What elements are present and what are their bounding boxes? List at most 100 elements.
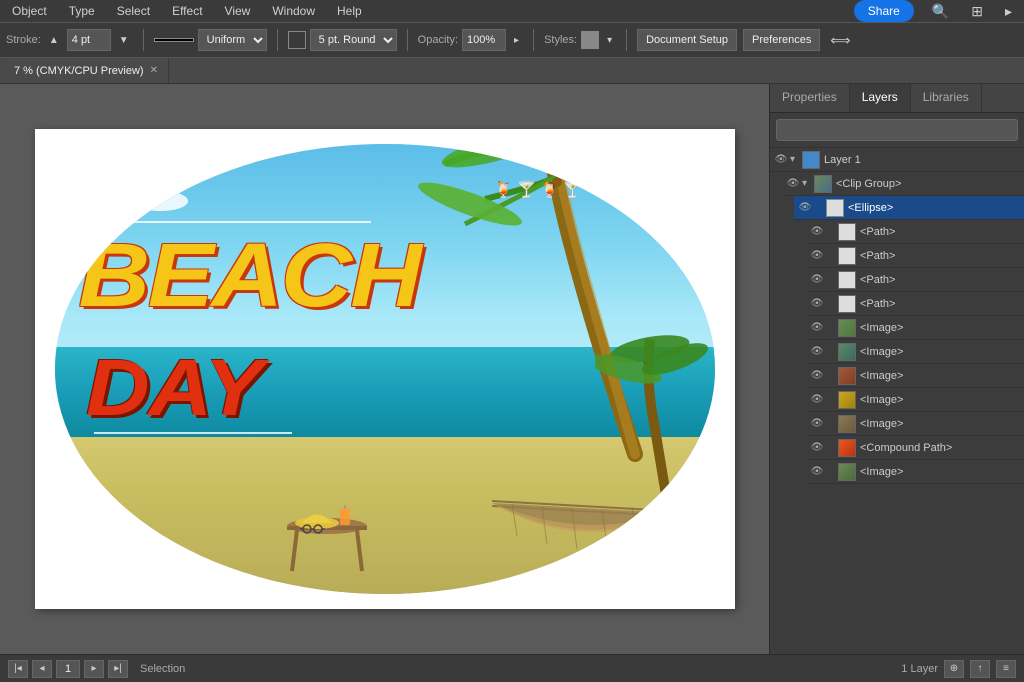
layers-search-input[interactable] (776, 119, 1018, 141)
tab-close-icon[interactable]: ✕ (150, 65, 158, 76)
menu-help[interactable]: Help (333, 2, 366, 20)
layers-count: 1 Layer (901, 663, 938, 675)
tab-bar: 7 % (CMYK/CPU Preview) ✕ (0, 58, 1024, 84)
layer-item-image6[interactable]: 👁 <Image> (806, 460, 1024, 484)
opacity-arrow-icon[interactable]: ▸ (510, 33, 523, 48)
styles-swatch[interactable] (581, 31, 599, 49)
layer-item-compound[interactable]: 👁 <Compound Path> (806, 436, 1024, 460)
panel-tabs: Properties Layers Libraries (770, 84, 1024, 113)
menu-view[interactable]: View (221, 2, 255, 20)
visibility-eye-icon[interactable]: 👁 (810, 321, 824, 335)
menu-type[interactable]: Type (65, 2, 99, 20)
tab-layers[interactable]: Layers (850, 84, 911, 112)
visibility-eye-icon[interactable]: 👁 (810, 393, 824, 407)
stroke-up-icon[interactable]: ▲ (45, 33, 63, 48)
right-panel: Properties Layers Libraries 👁 ▾ Layer 1 … (769, 84, 1024, 654)
prev-page-button[interactable]: ◂ (32, 660, 52, 678)
opacity-input[interactable] (462, 29, 506, 51)
visibility-eye-icon[interactable]: 👁 (810, 225, 824, 239)
layer-thumb (838, 367, 856, 385)
tab-properties[interactable]: Properties (770, 84, 850, 112)
color-swatch[interactable] (288, 31, 306, 49)
expand-arrow-icon[interactable]: ▾ (790, 154, 802, 165)
layer-thumb (802, 151, 820, 169)
cocktail3: 🍹 (540, 180, 560, 200)
visibility-eye-icon[interactable]: 👁 (774, 153, 788, 167)
document-setup-button[interactable]: Document Setup (637, 29, 737, 51)
layer-thumb (838, 463, 856, 481)
layer-item-layer1[interactable]: 👁 ▾ Layer 1 (770, 148, 1024, 172)
status-left: |◂ ◂ 1 ▸ ▸| Selection (8, 660, 189, 678)
menu-effect[interactable]: Effect (168, 2, 206, 20)
visibility-eye-icon[interactable]: 👁 (798, 201, 812, 215)
share-button[interactable]: Share (854, 0, 914, 22)
styles-arrow-icon[interactable]: ▾ (603, 33, 616, 48)
layer-item-ellipse[interactable]: 👁 <Ellipse> (794, 196, 1024, 220)
next-page-button[interactable]: ▸ (84, 660, 104, 678)
visibility-eye-icon[interactable]: 👁 (810, 369, 824, 383)
layer-item-path1[interactable]: 👁 <Path> (806, 220, 1024, 244)
layer-item-clipgroup[interactable]: 👁 ▾ <Clip Group> (782, 172, 1024, 196)
visibility-eye-icon[interactable]: 👁 (810, 297, 824, 311)
stroke-type-select[interactable]: Uniform (198, 29, 267, 51)
layer-label: <Image> (860, 370, 903, 382)
clouds (88, 189, 208, 229)
layer-label: <Path> (860, 298, 895, 310)
visibility-eye-icon[interactable]: 👁 (810, 345, 824, 359)
white-line-bottom (94, 432, 292, 434)
menu-window[interactable]: Window (268, 2, 319, 20)
preferences-button[interactable]: Preferences (743, 29, 820, 51)
layer-label: Layer 1 (824, 154, 861, 166)
layer-thumb (838, 319, 856, 337)
last-page-button[interactable]: ▸| (108, 660, 128, 678)
toolbar: Stroke: ▲ ▼ Uniform 5 pt. Round Opacity:… (0, 22, 1024, 58)
layer-item-image4[interactable]: 👁 <Image> (806, 388, 1024, 412)
first-page-button[interactable]: |◂ (8, 660, 28, 678)
divider2 (277, 29, 278, 51)
visibility-eye-icon[interactable]: 👁 (786, 177, 800, 191)
table-svg (272, 491, 382, 581)
document-tab[interactable]: 7 % (CMYK/CPU Preview) ✕ (4, 58, 169, 83)
cocktail1: 🍹 (494, 180, 514, 200)
layer-thumb (838, 343, 856, 361)
visibility-eye-icon[interactable]: 👁 (810, 249, 824, 263)
align-icon[interactable]: ⟺ (826, 30, 854, 51)
toolbar-stroke-group: Stroke: ▲ ▼ (6, 29, 133, 51)
visibility-eye-icon[interactable]: 👁 (810, 465, 824, 479)
styles-label: Styles: (544, 34, 577, 46)
layer-item-path2[interactable]: 👁 <Path> (806, 244, 1024, 268)
panel-options-icon[interactable]: ≡ (996, 660, 1016, 678)
layer-label: <Image> (860, 322, 903, 334)
visibility-eye-icon[interactable]: 👁 (810, 441, 824, 455)
layer-item-image5[interactable]: 👁 <Image> (806, 412, 1024, 436)
stroke-value-input[interactable] (67, 29, 111, 51)
layer-item-path4[interactable]: 👁 <Path> (806, 292, 1024, 316)
more-icon[interactable]: ▸ (1001, 1, 1016, 22)
layer-item-image3[interactable]: 👁 <Image> (806, 364, 1024, 388)
visibility-eye-icon[interactable]: 👁 (810, 273, 824, 287)
stroke-down-icon[interactable]: ▼ (115, 33, 133, 48)
cocktails: 🍹 🍸 🍹 🍸 (494, 180, 583, 200)
white-line-top (94, 221, 371, 223)
new-layer-icon[interactable]: ⊕ (944, 660, 964, 678)
opacity-group: Opacity: ▸ (418, 29, 523, 51)
menu-select[interactable]: Select (113, 2, 154, 20)
layer-item-image2[interactable]: 👁 <Image> (806, 340, 1024, 364)
divider5 (626, 29, 627, 51)
layer-label: <Ellipse> (848, 202, 893, 214)
layer-label: <Image> (860, 418, 903, 430)
canvas-area[interactable]: BEACH DAY (0, 84, 769, 654)
export-icon[interactable]: ↑ (970, 660, 990, 678)
menu-object[interactable]: Object (8, 2, 51, 20)
layer-item-path3[interactable]: 👁 <Path> (806, 268, 1024, 292)
expand-arrow-icon[interactable]: ▾ (802, 178, 814, 189)
layer-thumb (814, 175, 832, 193)
stroke-line-preview (154, 38, 194, 42)
search-icon[interactable]: 🔍 (928, 1, 953, 22)
tab-libraries[interactable]: Libraries (911, 84, 982, 112)
layer-label: <Compound Path> (860, 442, 952, 454)
arrange-icon[interactable]: ⊞ (967, 1, 987, 22)
brush-select[interactable]: 5 pt. Round (310, 29, 397, 51)
layer-item-image1[interactable]: 👁 <Image> (806, 316, 1024, 340)
visibility-eye-icon[interactable]: 👁 (810, 417, 824, 431)
